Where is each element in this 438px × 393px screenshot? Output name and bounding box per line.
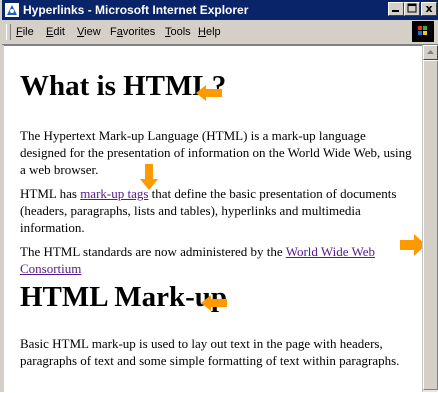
paragraph-intro: The Hypertext Mark-up Language (HTML) is… [20, 128, 412, 177]
close-icon: x [425, 2, 433, 15]
vertical-scrollbar[interactable] [422, 45, 438, 392]
menu-grip [6, 24, 11, 40]
menu-bar: File Edit View Favorites Tools Help [2, 20, 438, 45]
paragraph-tags: HTML has mark-up tags that define the ba… [20, 186, 397, 235]
minimize-button[interactable] [388, 2, 404, 16]
browser-window: Hyperlinks - Microsoft Internet Explorer… [0, 0, 438, 393]
throbber [412, 21, 434, 42]
scroll-thumb[interactable] [423, 60, 438, 390]
menu-file[interactable]: File [16, 26, 34, 38]
close-button[interactable]: x [421, 2, 437, 16]
maximize-icon [407, 3, 417, 13]
window-title: Hyperlinks - Microsoft Internet Explorer [23, 3, 249, 17]
menu-edit[interactable]: Edit [46, 26, 65, 38]
minimize-icon [392, 10, 399, 12]
menu-view[interactable]: View [77, 26, 101, 38]
scroll-up-button[interactable] [423, 45, 438, 60]
arrow-down-icon [140, 164, 158, 190]
internet-explorer-icon [5, 3, 19, 17]
maximize-button[interactable] [404, 2, 420, 16]
menu-favorites[interactable]: Favorites [110, 26, 155, 38]
arrow-left-icon [201, 295, 227, 311]
menu-help[interactable]: Help [198, 26, 221, 38]
page-content: What is HTML? The Hypertext Mark-up Lang… [4, 45, 422, 393]
arrow-left-icon [196, 85, 222, 101]
windows-logo-icon [418, 26, 427, 35]
scroll-up-arrow-icon [427, 50, 434, 54]
paragraph-markup: Basic HTML mark-up is used to lay out te… [20, 336, 400, 368]
title-bar[interactable]: Hyperlinks - Microsoft Internet Explorer… [2, 0, 438, 20]
heading-html-markup: HTML Mark-up [20, 281, 228, 313]
paragraph-standards: The HTML standards are now administered … [20, 244, 376, 276]
arrow-right-icon [400, 234, 422, 256]
menu-tools[interactable]: Tools [165, 26, 191, 38]
